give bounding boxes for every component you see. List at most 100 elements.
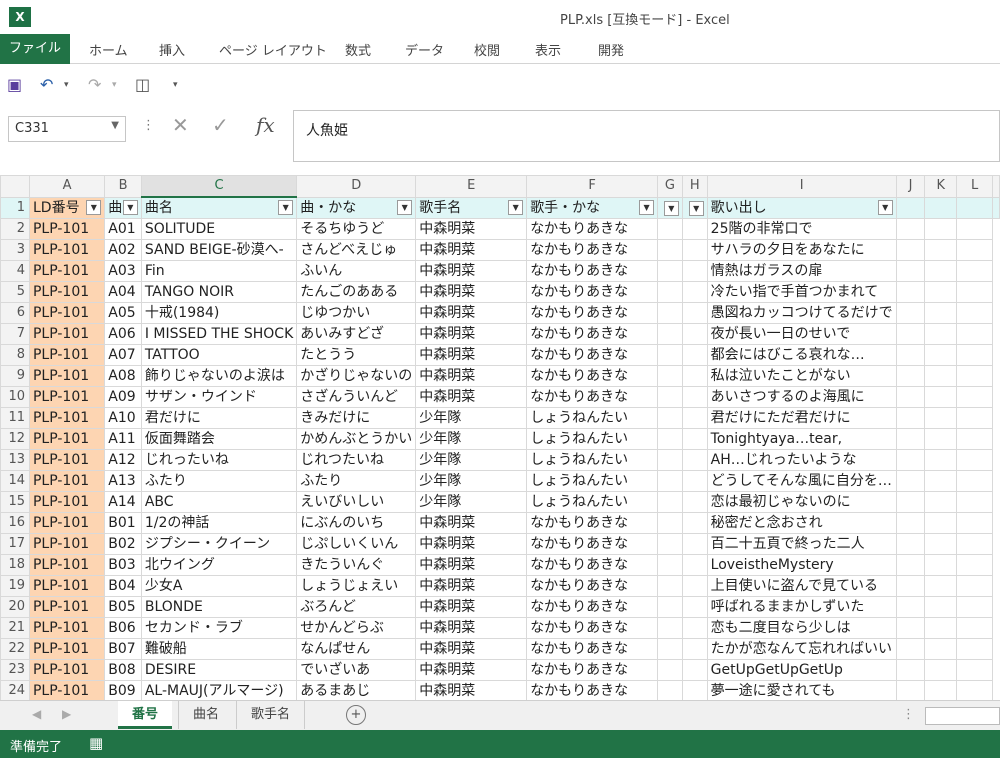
tab-developer[interactable]: 開発 (598, 40, 624, 59)
cell[interactable]: 冷たい指で手首つかまれて (706, 281, 897, 303)
cell[interactable] (956, 575, 993, 597)
cell[interactable]: ABC (140, 491, 298, 513)
cell[interactable] (681, 554, 708, 576)
cell[interactable]: 飾りじゃないのよ涙は (140, 365, 298, 387)
cell[interactable] (956, 680, 993, 700)
cell[interactable] (956, 659, 993, 681)
cell[interactable] (681, 260, 708, 282)
cell[interactable] (956, 449, 993, 471)
cell[interactable]: セカンド・ラブ (140, 617, 298, 639)
column-header-b[interactable]: B (104, 175, 142, 198)
cell[interactable] (956, 365, 993, 387)
row-header[interactable]: 18 (0, 554, 30, 576)
cell[interactable]: A14 (104, 491, 142, 513)
row-header[interactable]: 16 (0, 512, 30, 534)
cell[interactable]: A09 (104, 386, 142, 408)
cell[interactable]: PLP-101 (28, 575, 106, 597)
cell[interactable]: ジプシー・クイーン (140, 533, 298, 555)
cell[interactable] (924, 407, 958, 429)
header-cell[interactable]: ▼ 歌手名 (415, 196, 528, 219)
cell[interactable]: 恋も二度目なら少しは (706, 617, 897, 639)
cell[interactable] (895, 323, 926, 345)
cell[interactable]: ふたり (296, 470, 417, 492)
cell[interactable]: しょうねんたい (526, 407, 659, 429)
cell[interactable]: 仮面舞踏会 (140, 428, 298, 450)
cell[interactable] (681, 302, 708, 324)
cell[interactable]: B09 (104, 680, 142, 700)
cell[interactable] (895, 533, 926, 555)
cell[interactable]: I MISSED THE SHOCK (140, 323, 298, 345)
cancel-icon[interactable]: ✕ (172, 113, 189, 137)
row-header[interactable]: 5 (0, 281, 30, 303)
cell[interactable] (895, 491, 926, 513)
cell[interactable]: A11 (104, 428, 142, 450)
filter-dropdown-icon[interactable]: ▼ (86, 199, 102, 215)
cell[interactable]: なかもりあきな (526, 386, 659, 408)
cell[interactable]: 君だけにただ君だけに (706, 407, 897, 429)
cell[interactable]: じれったいね (140, 449, 298, 471)
cell[interactable]: PLP-101 (28, 218, 106, 240)
cell[interactable] (681, 323, 708, 345)
cell[interactable]: 中森明菜 (415, 512, 528, 534)
cell[interactable] (956, 428, 993, 450)
cell[interactable] (681, 344, 708, 366)
cell[interactable]: しょうねんたい (526, 470, 659, 492)
column-header-j[interactable]: J (895, 175, 926, 198)
cell[interactable] (956, 323, 993, 345)
cell[interactable]: TATTOO (140, 344, 298, 366)
tab-formulas[interactable]: 数式 (345, 40, 371, 59)
cell[interactable] (924, 617, 958, 639)
cell[interactable]: なかもりあきな (526, 323, 659, 345)
cell[interactable] (924, 470, 958, 492)
cell[interactable] (895, 512, 926, 534)
cell[interactable]: 中森明菜 (415, 386, 528, 408)
column-header-k[interactable]: K (924, 175, 958, 198)
filter-dropdown-icon[interactable]: ▼ (639, 199, 655, 215)
cell[interactable] (657, 554, 683, 576)
cell[interactable]: あいみすどざ (296, 323, 417, 345)
cell[interactable]: なかもりあきな (526, 596, 659, 618)
header-cell[interactable]: ▼ (657, 196, 683, 219)
cell[interactable] (657, 260, 683, 282)
cell[interactable] (924, 596, 958, 618)
column-header-h[interactable]: H (681, 175, 708, 198)
cell[interactable]: PLP-101 (28, 386, 106, 408)
row-header[interactable]: 15 (0, 491, 30, 513)
cell[interactable]: あるまあじ (296, 680, 417, 700)
cell[interactable]: PLP-101 (28, 344, 106, 366)
spreadsheet-grid[interactable]: A B C D E F G H I J K L 1 ▼ LD番号 ▼ 曲 ▼ 曲名 ▼ 曲・かな ▼ 歌手名 ▼ 歌手・かな ▼ ▼… (0, 175, 1000, 700)
cell[interactable]: でいざいあ (296, 659, 417, 681)
cell[interactable]: にぶんのいち (296, 512, 417, 534)
cell[interactable]: なかもりあきな (526, 659, 659, 681)
cell[interactable]: じゆつかい (296, 302, 417, 324)
cell[interactable] (992, 196, 1000, 219)
cell[interactable]: たかが恋なんて忘れればいい (706, 638, 897, 660)
cell[interactable]: 上目使いに盗んで見ている (706, 575, 897, 597)
cell[interactable]: LoveistheMystery (706, 554, 897, 576)
cell[interactable]: 中森明菜 (415, 281, 528, 303)
header-cell[interactable]: ▼ LD番号 (28, 196, 106, 219)
sheet-tab-singer[interactable]: 歌手名 (236, 701, 306, 729)
cell[interactable] (657, 533, 683, 555)
cell[interactable]: PLP-101 (28, 260, 106, 282)
cell[interactable] (681, 659, 708, 681)
cell[interactable]: なかもりあきな (526, 281, 659, 303)
cell[interactable] (657, 491, 683, 513)
header-cell[interactable]: ▼ 曲・かな (296, 196, 417, 219)
cell[interactable]: 1/2の神話 (140, 512, 298, 534)
filter-dropdown-icon[interactable]: ▼ (877, 199, 893, 215)
cell[interactable] (895, 386, 926, 408)
cell[interactable]: 都会にはびこる哀れな… (706, 344, 897, 366)
cell[interactable]: BLONDE (140, 596, 298, 618)
cell[interactable] (657, 470, 683, 492)
cell[interactable] (956, 617, 993, 639)
cell[interactable]: なかもりあきな (526, 260, 659, 282)
cell[interactable]: 中森明菜 (415, 659, 528, 681)
cell[interactable] (924, 218, 958, 240)
cell[interactable]: 中森明菜 (415, 533, 528, 555)
row-header[interactable]: 22 (0, 638, 30, 660)
cell[interactable] (681, 533, 708, 555)
cell[interactable]: AH…じれったいような (706, 449, 897, 471)
header-cell[interactable] (895, 196, 926, 219)
cell[interactable] (956, 512, 993, 534)
